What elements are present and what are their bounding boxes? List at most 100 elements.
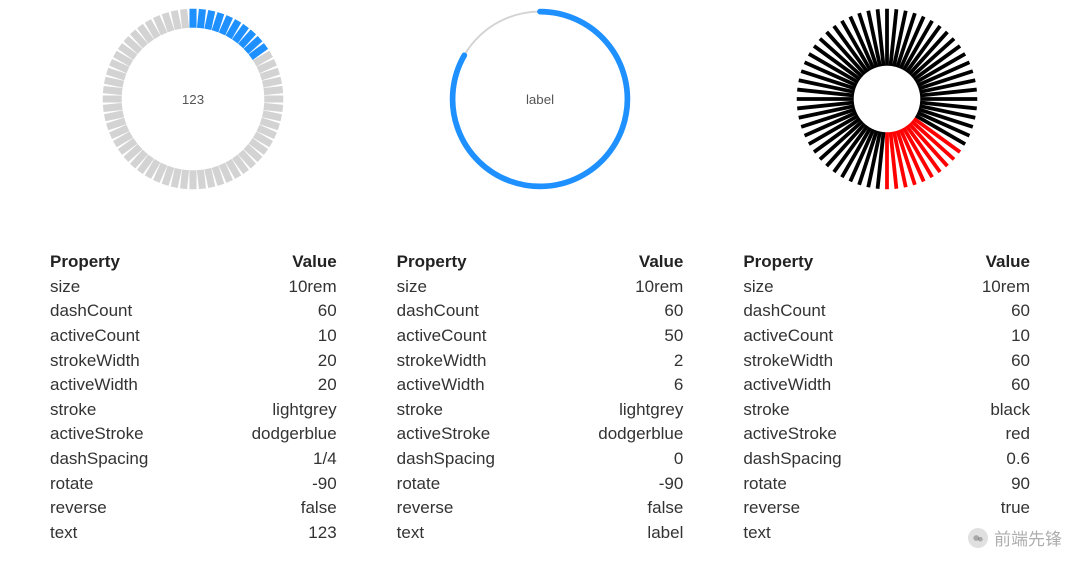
cell-prop-dashSpacing: dashSpacing bbox=[397, 447, 551, 472]
cell-val-size: 10rem bbox=[204, 275, 337, 300]
svg-text:123: 123 bbox=[182, 92, 204, 107]
cell-prop-text: text bbox=[743, 521, 935, 546]
cell-val-activeWidth: 60 bbox=[936, 373, 1030, 398]
cell-val-reverse: false bbox=[204, 496, 337, 521]
cell-prop-activeCount: activeCount bbox=[50, 324, 204, 349]
cell-val-rotate: -90 bbox=[550, 472, 683, 497]
cell-prop-reverse: reverse bbox=[743, 496, 935, 521]
table-row: activeStrokered bbox=[743, 422, 1030, 447]
cell-val-activeCount: 50 bbox=[550, 324, 683, 349]
th-property: Property bbox=[743, 250, 935, 275]
cell-prop-reverse: reverse bbox=[50, 496, 204, 521]
property-table-1: Property Value size10remdashCount60activ… bbox=[397, 250, 684, 546]
table-row: strokeWidth2 bbox=[397, 349, 684, 374]
cell-prop-strokeWidth: strokeWidth bbox=[397, 349, 551, 374]
cell-val-size: 10rem bbox=[550, 275, 683, 300]
table-row: dashSpacing0 bbox=[397, 447, 684, 472]
cell-val-reverse: true bbox=[936, 496, 1030, 521]
table-row: activeStrokedodgerblue bbox=[50, 422, 337, 447]
cell-val-activeStroke: red bbox=[936, 422, 1030, 447]
table-row: strokelightgrey bbox=[50, 398, 337, 423]
cell-val-stroke: black bbox=[936, 398, 1030, 423]
cell-prop-rotate: rotate bbox=[743, 472, 935, 497]
cell-prop-dashSpacing: dashSpacing bbox=[743, 447, 935, 472]
cell-val-stroke: lightgrey bbox=[550, 398, 683, 423]
cell-val-text: label bbox=[550, 521, 683, 546]
cell-prop-stroke: stroke bbox=[743, 398, 935, 423]
cell-prop-activeStroke: activeStroke bbox=[50, 422, 204, 447]
dial-column-1: label Property Value size10remdashCount6… bbox=[397, 0, 684, 546]
th-value: Value bbox=[204, 250, 337, 275]
cell-prop-size: size bbox=[743, 275, 935, 300]
cell-prop-rotate: rotate bbox=[50, 472, 204, 497]
cell-val-text: 123 bbox=[204, 521, 337, 546]
cell-val-activeWidth: 6 bbox=[550, 373, 683, 398]
table-row: reversefalse bbox=[397, 496, 684, 521]
cell-val-rotate: -90 bbox=[204, 472, 337, 497]
cell-val-stroke: lightgrey bbox=[204, 398, 337, 423]
cell-prop-activeCount: activeCount bbox=[397, 324, 551, 349]
cell-prop-dashCount: dashCount bbox=[50, 299, 204, 324]
property-table-2: Property Value size10remdashCount60activ… bbox=[743, 250, 1030, 546]
cell-val-dashCount: 60 bbox=[204, 299, 337, 324]
cell-val-dashSpacing: 0 bbox=[550, 447, 683, 472]
dial-chart-2 bbox=[792, 0, 982, 210]
cell-val-dashSpacing: 1/4 bbox=[204, 447, 337, 472]
table-row: activeCount10 bbox=[50, 324, 337, 349]
table-row: activeStrokedodgerblue bbox=[397, 422, 684, 447]
cell-prop-activeWidth: activeWidth bbox=[50, 373, 204, 398]
cell-val-dashCount: 60 bbox=[550, 299, 683, 324]
cell-prop-reverse: reverse bbox=[397, 496, 551, 521]
table-row: reversefalse bbox=[50, 496, 337, 521]
cell-val-text bbox=[936, 521, 1030, 546]
table-row: rotate-90 bbox=[50, 472, 337, 497]
table-row: text123 bbox=[50, 521, 337, 546]
table-row: dashSpacing1/4 bbox=[50, 447, 337, 472]
cell-prop-size: size bbox=[50, 275, 204, 300]
table-row: strokelightgrey bbox=[397, 398, 684, 423]
table-row: textlabel bbox=[397, 521, 684, 546]
property-tbody-0: size10remdashCount60activeCount10strokeW… bbox=[50, 275, 337, 546]
cell-prop-activeStroke: activeStroke bbox=[743, 422, 935, 447]
cell-val-activeCount: 10 bbox=[204, 324, 337, 349]
cell-prop-size: size bbox=[397, 275, 551, 300]
th-property: Property bbox=[50, 250, 204, 275]
table-row: strokeWidth60 bbox=[743, 349, 1030, 374]
cell-val-activeStroke: dodgerblue bbox=[204, 422, 337, 447]
cell-prop-dashSpacing: dashSpacing bbox=[50, 447, 204, 472]
cell-prop-activeStroke: activeStroke bbox=[397, 422, 551, 447]
cell-prop-text: text bbox=[50, 521, 204, 546]
th-value: Value bbox=[936, 250, 1030, 275]
cell-val-dashSpacing: 0.6 bbox=[936, 447, 1030, 472]
table-row: activeWidth20 bbox=[50, 373, 337, 398]
cell-val-activeStroke: dodgerblue bbox=[550, 422, 683, 447]
cell-val-reverse: false bbox=[550, 496, 683, 521]
property-table-0: Property Value size10remdashCount60activ… bbox=[50, 250, 337, 546]
cell-prop-rotate: rotate bbox=[397, 472, 551, 497]
cell-prop-activeWidth: activeWidth bbox=[743, 373, 935, 398]
cell-val-dashCount: 60 bbox=[936, 299, 1030, 324]
table-row: rotate90 bbox=[743, 472, 1030, 497]
table-row: rotate-90 bbox=[397, 472, 684, 497]
table-row: dashSpacing0.6 bbox=[743, 447, 1030, 472]
cell-prop-stroke: stroke bbox=[397, 398, 551, 423]
table-row: activeCount10 bbox=[743, 324, 1030, 349]
table-row: dashCount60 bbox=[743, 299, 1030, 324]
dial-column-0: 123 Property Value size10remdashCount60a… bbox=[50, 0, 337, 546]
cell-val-strokeWidth: 60 bbox=[936, 349, 1030, 374]
table-row: reversetrue bbox=[743, 496, 1030, 521]
table-row: activeWidth60 bbox=[743, 373, 1030, 398]
svg-text:label: label bbox=[526, 92, 554, 107]
cell-val-activeWidth: 20 bbox=[204, 373, 337, 398]
cell-prop-dashCount: dashCount bbox=[397, 299, 551, 324]
cell-prop-activeWidth: activeWidth bbox=[397, 373, 551, 398]
cell-prop-dashCount: dashCount bbox=[743, 299, 935, 324]
cell-val-activeCount: 10 bbox=[936, 324, 1030, 349]
cell-prop-activeCount: activeCount bbox=[743, 324, 935, 349]
cell-prop-text: text bbox=[397, 521, 551, 546]
th-property: Property bbox=[397, 250, 551, 275]
cell-prop-strokeWidth: strokeWidth bbox=[50, 349, 204, 374]
table-row: text bbox=[743, 521, 1030, 546]
property-tbody-2: size10remdashCount60activeCount10strokeW… bbox=[743, 275, 1030, 546]
cell-val-rotate: 90 bbox=[936, 472, 1030, 497]
